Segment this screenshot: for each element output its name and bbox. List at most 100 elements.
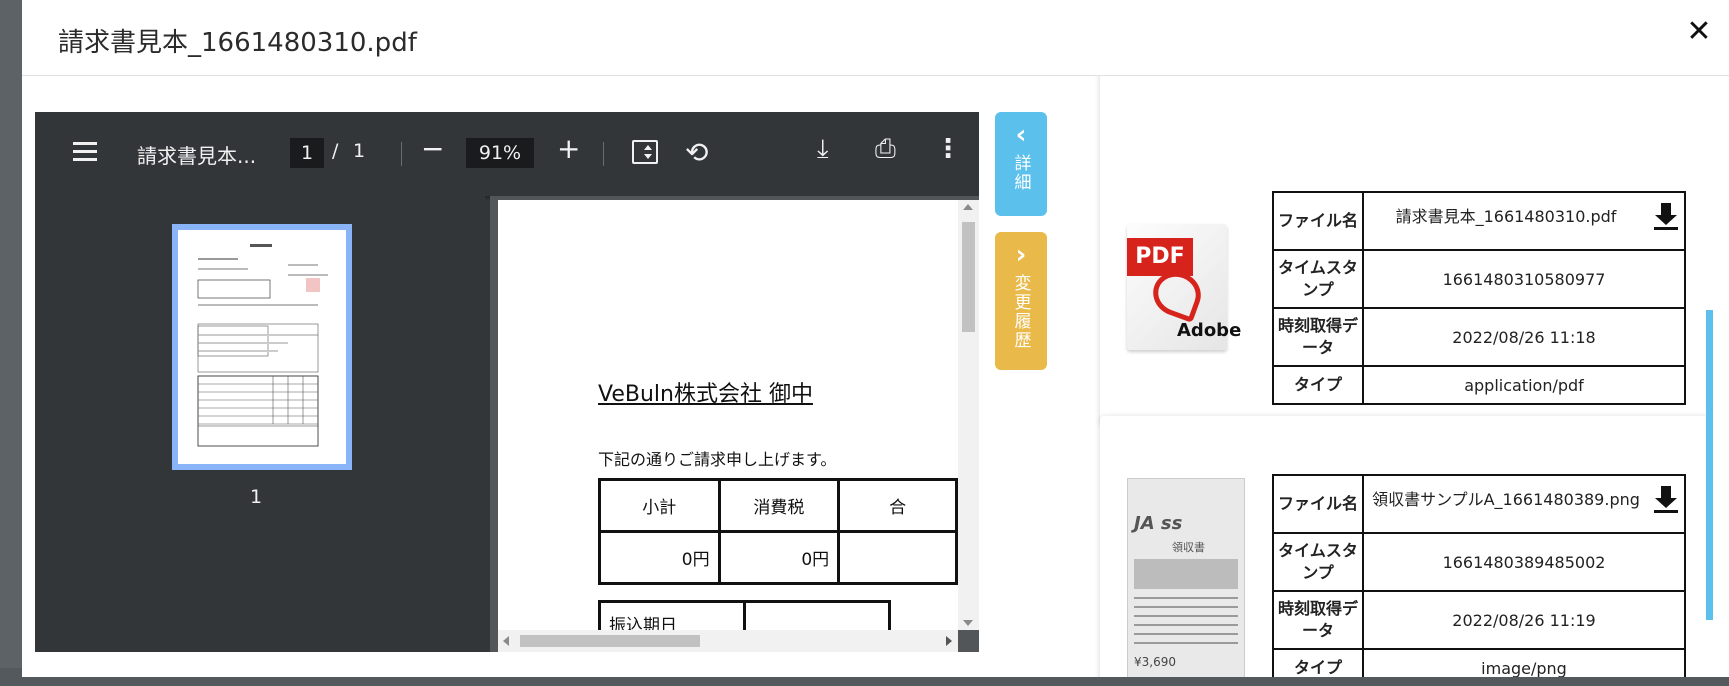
document-pane: VeBuln株式会社 御中 下記の通りご請求申し上げます。 小計 消費税 合 0… bbox=[490, 196, 979, 652]
modal-title: 請求書見本_1661480310.pdf bbox=[58, 28, 417, 58]
receipt-title: 領収書 bbox=[1172, 541, 1205, 554]
modal-backdrop bbox=[0, 0, 22, 686]
invoice-intro-text: 下記の通りご請求申し上げます。 bbox=[598, 450, 837, 469]
document-page: VeBuln株式会社 御中 下記の通りご請求申し上げます。 小計 消費税 合 0… bbox=[498, 200, 958, 630]
table-header-cell: 合 bbox=[837, 478, 958, 533]
filename-cell: 領収書サンプルA_1661480389.png bbox=[1362, 474, 1686, 534]
thumbnail-page-drawing bbox=[197, 244, 328, 447]
table-row: 時刻取得データ 2022/08/26 11:19 bbox=[1272, 590, 1686, 650]
file-history-panel: PDF Adobe ファイル名 請求書見本_1661480310.pdf タイム… bbox=[1078, 76, 1707, 677]
timestamp-label: タイムスタンプ bbox=[1272, 249, 1364, 309]
chevron-right-icon: › bbox=[1015, 240, 1027, 270]
scroll-up-arrow-icon[interactable] bbox=[963, 204, 973, 210]
table-row: ファイル名 請求書見本_1661480310.pdf bbox=[1272, 191, 1686, 251]
table-cell bbox=[837, 530, 958, 585]
table-row: タイプ application/pdf bbox=[1272, 365, 1686, 405]
receipt-total: ¥3,690 bbox=[1134, 655, 1176, 669]
type-value: application/pdf bbox=[1362, 365, 1686, 405]
table-row: 0円 0円 bbox=[598, 530, 958, 585]
adobe-brand-text: Adobe bbox=[1177, 320, 1242, 341]
pdf-toolbar: 請求書見本... 1 / 1 − 91% + ⟲ ⤓ ⎙ ⋮ bbox=[35, 112, 979, 196]
page-total: 1 bbox=[353, 140, 366, 162]
fit-page-icon[interactable] bbox=[632, 140, 658, 164]
file-meta-table: ファイル名 領収書サンプルA_1661480389.png タイムスタンプ 16… bbox=[1272, 474, 1686, 677]
download-icon-base bbox=[1654, 227, 1678, 230]
filename-value: 請求書見本_1661480310.pdf bbox=[1395, 207, 1617, 226]
type-label: タイプ bbox=[1272, 365, 1364, 405]
zoom-level-input[interactable]: 91% bbox=[466, 138, 534, 168]
toolbar-divider bbox=[401, 142, 402, 166]
table-cell bbox=[743, 600, 891, 630]
page-separator: / bbox=[332, 140, 339, 162]
timestamp-label: タイムスタンプ bbox=[1272, 532, 1364, 592]
menu-icon[interactable] bbox=[73, 142, 97, 162]
filename-cell: 請求書見本_1661480310.pdf bbox=[1362, 191, 1686, 251]
invoice-recipient: VeBuln株式会社 御中 bbox=[598, 382, 813, 407]
zoom-out-button[interactable]: − bbox=[421, 132, 444, 165]
print-icon[interactable]: ⎙ bbox=[875, 134, 896, 165]
scroll-down-arrow-icon[interactable] bbox=[963, 620, 973, 626]
table-row: ファイル名 領収書サンプルA_1661480389.png bbox=[1272, 474, 1686, 534]
toolbar-divider bbox=[603, 142, 604, 166]
thumbnail-pane: 1 bbox=[35, 196, 485, 652]
acquired-label: 時刻取得データ bbox=[1272, 307, 1364, 367]
file-meta-table: ファイル名 請求書見本_1661480310.pdf タイムスタンプ 16614… bbox=[1272, 191, 1686, 405]
pdf-viewer: 請求書見本... 1 / 1 − 91% + ⟲ ⤓ ⎙ ⋮ 1 VeBuln株… bbox=[35, 112, 979, 652]
filename-value: 領収書サンプルA_1661480389.png bbox=[1372, 490, 1640, 509]
horizontal-scrollbar[interactable] bbox=[498, 630, 958, 652]
download-icon-base bbox=[1654, 510, 1678, 513]
page-thumbnail[interactable] bbox=[172, 224, 352, 470]
filename-label: ファイル名 bbox=[1272, 474, 1364, 534]
table-header-cell: 小計 bbox=[598, 478, 721, 533]
page-number-input[interactable]: 1 bbox=[290, 138, 324, 168]
horizontal-scroll-thumb[interactable] bbox=[520, 635, 700, 647]
scroll-left-arrow-icon[interactable] bbox=[503, 636, 509, 646]
due-date-label: 振込期日 bbox=[598, 600, 746, 630]
scroll-right-arrow-icon[interactable] bbox=[946, 636, 952, 646]
table-row: タイムスタンプ 1661480310580977 bbox=[1272, 249, 1686, 309]
filename-label: ファイル名 bbox=[1272, 191, 1364, 251]
more-vert-icon[interactable]: ⋮ bbox=[935, 134, 961, 164]
table-row: 時刻取得データ 2022/08/26 11:18 bbox=[1272, 307, 1686, 367]
invoice-amount-table: 小計 消費税 合 0円 0円 bbox=[598, 478, 958, 585]
tab-history-label: 変更履歴 bbox=[1010, 274, 1031, 350]
table-header-cell: 消費税 bbox=[717, 478, 841, 533]
table-cell: 0円 bbox=[598, 530, 721, 585]
vertical-scrollbar[interactable] bbox=[958, 200, 979, 630]
pdf-file-icon: PDF Adobe bbox=[1127, 224, 1241, 350]
acquired-label: 時刻取得データ bbox=[1272, 590, 1364, 650]
png-receipt-thumbnail: JA ss 領収書 ¥3,690 bbox=[1127, 478, 1245, 677]
zoom-in-button[interactable]: + bbox=[557, 132, 580, 165]
acquired-value: 2022/08/26 11:19 bbox=[1362, 590, 1686, 650]
receipt-text-lines bbox=[1134, 597, 1238, 651]
table-row: 小計 消費税 合 bbox=[598, 478, 958, 533]
table-row: 振込期日 bbox=[598, 600, 891, 630]
modal-header: 請求書見本_1661480310.pdf ✕ bbox=[22, 0, 1729, 76]
close-button[interactable]: ✕ bbox=[1683, 14, 1715, 50]
table-row: タイムスタンプ 1661480389485002 bbox=[1272, 532, 1686, 592]
chevron-left-icon: ‹ bbox=[1015, 120, 1027, 150]
due-date-table: 振込期日 bbox=[598, 600, 891, 630]
thumbnail-page-number: 1 bbox=[250, 486, 263, 508]
vertical-scroll-thumb[interactable] bbox=[962, 222, 975, 332]
download-icon[interactable]: ⤓ bbox=[817, 134, 829, 165]
tab-history[interactable]: › 変更履歴 bbox=[995, 232, 1047, 370]
tab-detail[interactable]: ‹ 詳細 bbox=[995, 112, 1047, 216]
thumbnail-page-preview bbox=[178, 230, 346, 464]
scroll-accent-bar bbox=[1706, 310, 1713, 620]
type-value: image/png bbox=[1362, 648, 1686, 677]
tab-detail-label: 詳細 bbox=[1010, 154, 1031, 192]
type-label: タイプ bbox=[1272, 648, 1364, 677]
receipt-logo: JA ss bbox=[1134, 513, 1183, 534]
pdf-doc-name: 請求書見本... bbox=[137, 144, 257, 168]
rotate-icon[interactable]: ⟲ bbox=[685, 136, 708, 169]
table-cell: 0円 bbox=[717, 530, 841, 585]
file-card: JA ss 領収書 ¥3,690 ファイル名 領収書サンプルA_16614803… bbox=[1100, 416, 1707, 677]
table-row: タイプ image/png bbox=[1272, 648, 1686, 677]
timestamp-value: 1661480310580977 bbox=[1362, 249, 1686, 309]
receipt-redacted-area bbox=[1134, 559, 1238, 589]
timestamp-value: 1661480389485002 bbox=[1362, 532, 1686, 592]
acquired-value: 2022/08/26 11:18 bbox=[1362, 307, 1686, 367]
pdf-badge-text: PDF bbox=[1127, 238, 1193, 276]
file-card: PDF Adobe ファイル名 請求書見本_1661480310.pdf タイム… bbox=[1100, 76, 1707, 424]
